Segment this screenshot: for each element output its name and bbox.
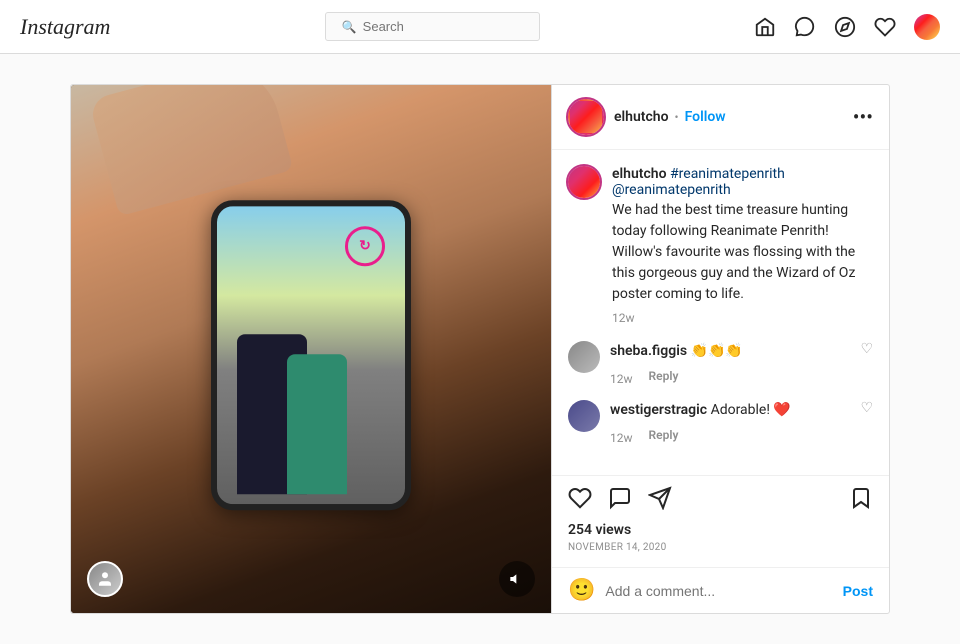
- search-icon: 🔍: [342, 20, 357, 34]
- instagram-logo: Instagram: [20, 14, 110, 40]
- post-actions: 254 views November 14, 2020: [552, 475, 889, 567]
- main-content: ↻ elhutcho • Follow •••: [0, 54, 960, 644]
- share-button[interactable]: [648, 486, 672, 514]
- search-input[interactable]: [363, 19, 523, 34]
- phone-person-right: [287, 354, 347, 494]
- post-container: ↻ elhutcho • Follow •••: [70, 84, 890, 614]
- comment-username-west[interactable]: westigerstragic: [610, 402, 707, 418]
- search-bar[interactable]: 🔍: [325, 12, 540, 41]
- post-views: 254 views: [568, 522, 873, 538]
- user-avatar[interactable]: [914, 14, 940, 40]
- post-username[interactable]: elhutcho: [614, 109, 669, 125]
- main-comment: elhutcho #reanimatepenrith @reanimatepen…: [568, 166, 873, 325]
- main-comment-hashtag[interactable]: #reanimatepenrith: [670, 166, 785, 182]
- comment-body-sheba: sheba.figgis 👏👏👏 12w Reply: [610, 341, 850, 386]
- action-icons-row: [568, 486, 873, 514]
- comment-avatar-sheba: [568, 341, 600, 373]
- main-comment-avatar: [568, 166, 600, 198]
- post-header-avatar[interactable]: [568, 99, 604, 135]
- main-comment-text: We had the best time treasure hunting to…: [612, 200, 873, 305]
- emoji-button[interactable]: 🙂: [568, 578, 595, 603]
- comment-post-button[interactable]: Post: [843, 583, 873, 599]
- comment-like-sheba[interactable]: ♡: [860, 341, 873, 357]
- post-comments-area: elhutcho #reanimatepenrith @reanimatepen…: [552, 150, 889, 475]
- post-more-button[interactable]: •••: [853, 107, 873, 127]
- comment-body-west: westigerstragic Adorable! ❤️ 12w Reply: [610, 400, 850, 445]
- hand-overlay: [89, 85, 294, 216]
- main-comment-body: elhutcho #reanimatepenrith @reanimatepen…: [612, 166, 873, 325]
- post-right-panel: elhutcho • Follow ••• elhutcho #reanimat…: [551, 85, 889, 613]
- follow-button[interactable]: Follow: [685, 109, 726, 125]
- main-comment-username[interactable]: elhutcho: [612, 166, 667, 182]
- save-button[interactable]: [849, 486, 873, 514]
- post-header-info: elhutcho • Follow: [614, 109, 843, 125]
- comment-row-west: westigerstragic Adorable! ❤️ 12w Reply ♡: [568, 400, 873, 445]
- comment-reply-sheba[interactable]: Reply: [649, 369, 679, 383]
- comment-input[interactable]: [605, 583, 832, 599]
- comment-time-sheba: 12w: [610, 372, 633, 386]
- post-header: elhutcho • Follow •••: [552, 85, 889, 150]
- comment-time-west: 12w: [610, 431, 633, 445]
- messenger-icon[interactable]: [794, 16, 816, 38]
- post-image: ↻: [71, 85, 551, 613]
- post-dot: •: [675, 110, 679, 124]
- post-date: November 14, 2020: [568, 542, 873, 553]
- comment-button[interactable]: [608, 486, 632, 514]
- like-button[interactable]: [568, 486, 592, 514]
- compass-icon[interactable]: [834, 16, 856, 38]
- comment-text-west: Adorable! ❤️: [711, 402, 791, 418]
- main-comment-mention[interactable]: @reanimatepenrith: [612, 182, 731, 198]
- phone-frame: ↻: [211, 200, 411, 510]
- comment-text-sheba: 👏👏👏: [691, 343, 743, 359]
- nav-icon-group: [754, 14, 940, 40]
- comment-avatar-west: [568, 400, 600, 432]
- comment-like-west[interactable]: ♡: [860, 400, 873, 416]
- phone-screen: ↻: [217, 206, 405, 504]
- heart-icon[interactable]: [874, 16, 896, 38]
- post-sound-button[interactable]: [499, 561, 535, 597]
- top-nav: Instagram 🔍: [0, 0, 960, 54]
- comment-row: sheba.figgis 👏👏👏 12w Reply ♡: [568, 341, 873, 386]
- home-icon[interactable]: [754, 16, 776, 38]
- phone-circle-overlay: ↻: [345, 226, 385, 266]
- main-comment-time: 12w: [612, 311, 873, 325]
- comment-username-sheba[interactable]: sheba.figgis: [610, 343, 687, 359]
- post-bg: ↻: [71, 85, 551, 613]
- post-avatar-overlay[interactable]: [87, 561, 123, 597]
- comment-input-row: 🙂 Post: [552, 567, 889, 613]
- comment-reply-west[interactable]: Reply: [649, 428, 679, 442]
